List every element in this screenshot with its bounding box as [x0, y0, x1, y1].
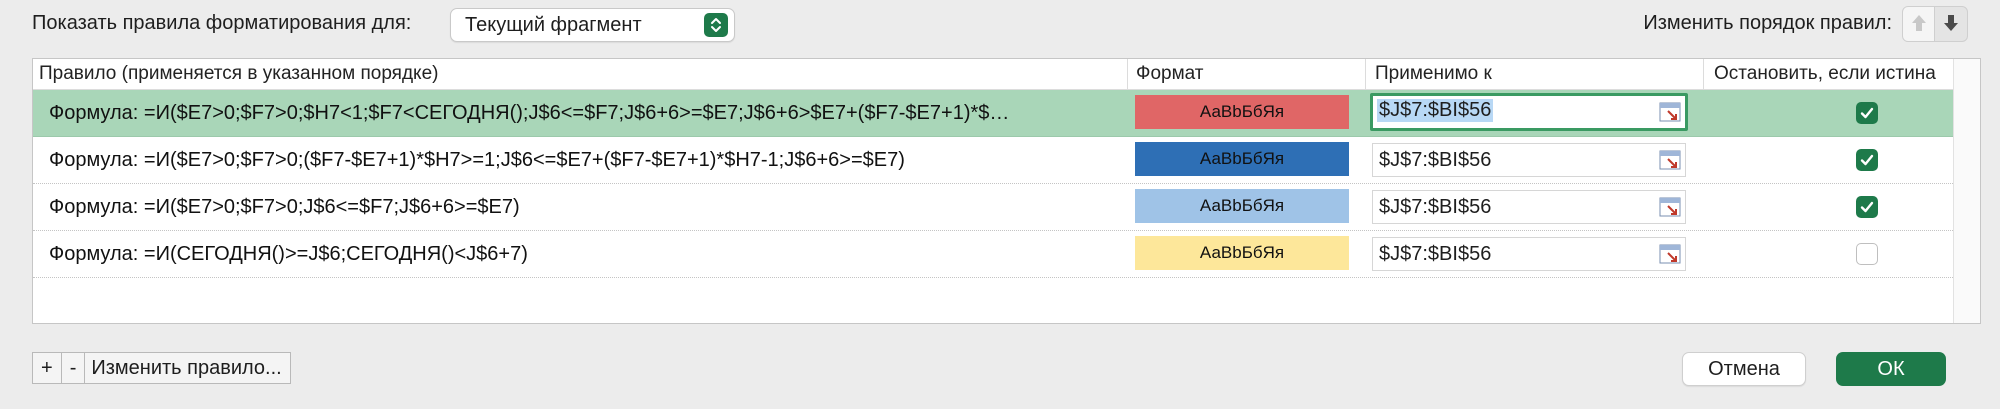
- stop-if-true-checkbox[interactable]: [1856, 243, 1878, 265]
- applies-to-field[interactable]: $J$7:$BI$56: [1372, 143, 1686, 177]
- scope-select[interactable]: Текущий фрагмент: [450, 8, 735, 42]
- rule-actions-group: + - Изменить правило...: [32, 352, 291, 384]
- rules-table: Правило (применяется в указанном порядке…: [32, 58, 1981, 324]
- applies-to-value: $J$7:$BI$56: [1379, 196, 1492, 218]
- rule-formula: Формула: =И($E7>0;$F7>0;$H7<1;$F7<СЕГОДН…: [49, 102, 1010, 124]
- checkmark-icon: [1860, 201, 1874, 213]
- applies-to-value: $J$7:$BI$56: [1379, 243, 1492, 265]
- remove-rule-button[interactable]: -: [62, 353, 86, 383]
- cancel-button[interactable]: Отмена: [1682, 352, 1806, 386]
- header-stop-if-true: Остановить, если истина: [1703, 59, 1964, 89]
- format-preview: АаВbБбЯя: [1135, 236, 1349, 270]
- range-picker-icon[interactable]: [1659, 244, 1681, 264]
- ok-button[interactable]: ОК: [1836, 352, 1946, 386]
- rule-row[interactable]: Формула: =И($E7>0;$F7>0;J$6<=$F7;J$6+6>=…: [33, 184, 1953, 231]
- header-format: Формат: [1127, 59, 1366, 89]
- checkmark-icon: [1860, 107, 1874, 119]
- table-header: Правило (применяется в указанном порядке…: [33, 59, 1953, 90]
- format-preview: АаВbБбЯя: [1135, 95, 1349, 129]
- rule-row[interactable]: Формула: =И(СЕГОДНЯ()>=J$6;СЕГОДНЯ()<J$6…: [33, 231, 1953, 278]
- applies-to-value: $J$7:$BI$56: [1377, 99, 1494, 122]
- format-preview: АаВbБбЯя: [1135, 189, 1349, 223]
- arrow-down-icon: [1944, 15, 1958, 31]
- header-rule: Правило (применяется в указанном порядке…: [39, 63, 439, 84]
- scope-select-value: Текущий фрагмент: [465, 14, 642, 36]
- applies-to-value: $J$7:$BI$56: [1379, 149, 1492, 171]
- range-picker-icon[interactable]: [1659, 102, 1681, 122]
- add-rule-button[interactable]: +: [33, 353, 62, 383]
- arrow-up-icon: [1912, 15, 1926, 31]
- move-rule-down-button[interactable]: [1934, 6, 1968, 42]
- applies-to-field[interactable]: $J$7:$BI$56: [1370, 93, 1688, 131]
- bottom-toolbar: + - Изменить правило... Отмена ОК: [32, 352, 1980, 386]
- top-toolbar: Показать правила форматирования для: Тек…: [32, 6, 1980, 42]
- stop-if-true-checkbox[interactable]: [1856, 102, 1878, 124]
- rule-formula: Формула: =И($E7>0;$F7>0;($F7-$E7+1)*$H7>…: [49, 149, 905, 171]
- format-preview: АаВbБбЯя: [1135, 142, 1349, 176]
- rule-row[interactable]: Формула: =И($E7>0;$F7>0;$H7<1;$F7<СЕГОДН…: [33, 90, 1953, 137]
- header-applies-to: Применимо к: [1365, 59, 1705, 89]
- move-rule-up-button[interactable]: [1902, 6, 1936, 42]
- range-picker-icon[interactable]: [1659, 150, 1681, 170]
- applies-to-field[interactable]: $J$7:$BI$56: [1372, 237, 1686, 271]
- checkmark-icon: [1860, 154, 1874, 166]
- show-rules-label: Показать правила форматирования для:: [32, 12, 412, 34]
- stop-if-true-checkbox[interactable]: [1856, 196, 1878, 218]
- rule-formula: Формула: =И(СЕГОДНЯ()>=J$6;СЕГОДНЯ()<J$6…: [49, 243, 528, 265]
- stop-if-true-checkbox[interactable]: [1856, 149, 1878, 171]
- edit-rule-button[interactable]: Изменить правило...: [85, 353, 289, 383]
- table-scrollbar[interactable]: [1953, 59, 1980, 323]
- range-picker-icon[interactable]: [1659, 197, 1681, 217]
- rule-row[interactable]: Формула: =И($E7>0;$F7>0;($F7-$E7+1)*$H7>…: [33, 137, 1953, 184]
- applies-to-field[interactable]: $J$7:$BI$56: [1372, 190, 1686, 224]
- rule-formula: Формула: =И($E7>0;$F7>0;J$6<=$F7;J$6+6>=…: [49, 196, 520, 218]
- conditional-formatting-rules-dialog: Показать правила форматирования для: Тек…: [0, 0, 2000, 409]
- reorder-rules-label: Изменить порядок правил:: [1643, 12, 1892, 34]
- chevron-up-down-icon: [704, 13, 728, 37]
